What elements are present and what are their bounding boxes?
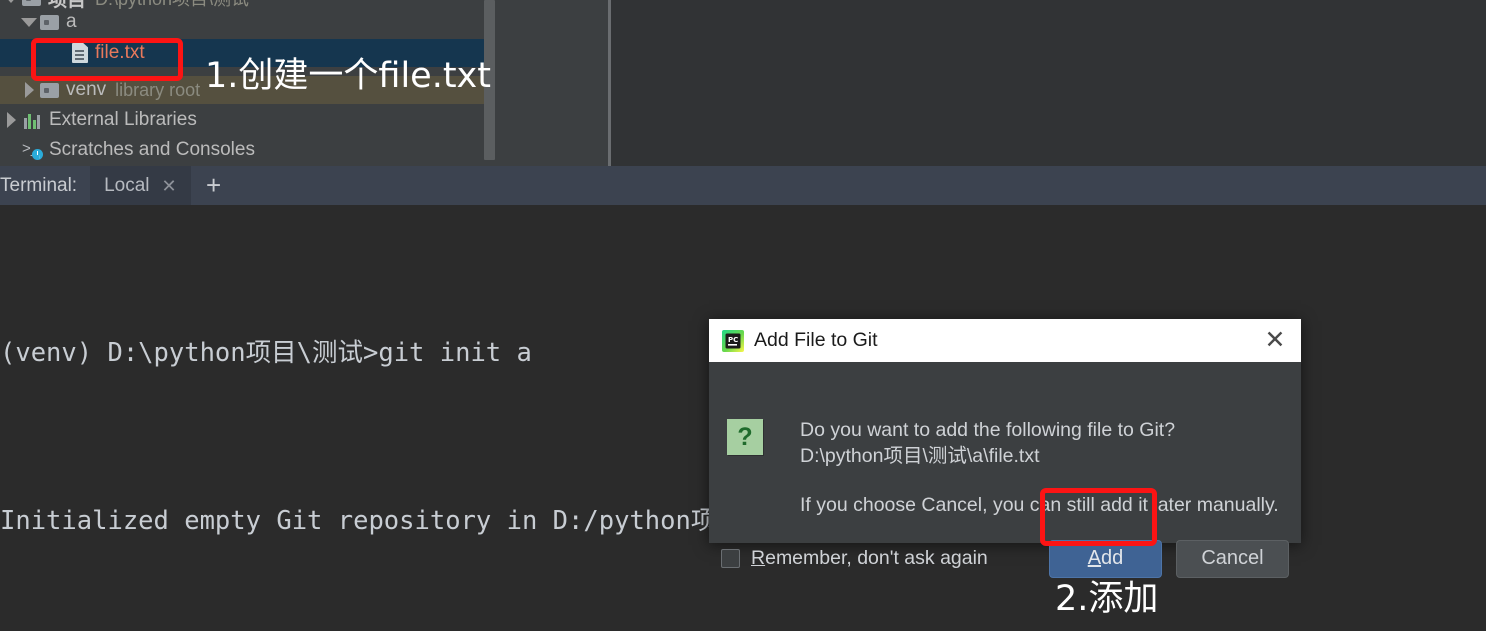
scratches-icon: >_ [22,141,43,160]
annotation-label-1: 1.创建一个file.txt [205,56,491,96]
tree-row-scratches-and-consoles[interactable]: >_ Scratches and Consoles [0,136,485,164]
mnemonic-letter: R [751,547,766,569]
tree-row-label: External Libraries [49,109,197,130]
tree-row-label: Scratches and Consoles [49,139,255,160]
folder-icon [40,82,59,98]
dialog-button-row: Remember, don't ask again Add Cancel [709,531,1301,586]
dialog-message-line-2: D:\python项目\测试\a\file.txt [800,445,1040,467]
close-icon[interactable]: ✕ [162,177,177,195]
plus-icon[interactable]: + [191,166,237,205]
tree-row-label: file.txt [95,42,145,63]
remember-checkbox-row[interactable]: Remember, don't ask again [721,547,1049,570]
chevron-right-icon[interactable] [18,82,40,98]
cancel-button[interactable]: Cancel [1176,539,1289,578]
add-label-rest: dd [1101,547,1124,569]
dialog-title-bar[interactable]: PC Add File to Git ✕ [709,319,1301,362]
dialog-message: Do you want to add the following file to… [800,417,1280,469]
terminal-tab-local[interactable]: Local ✕ [90,166,191,205]
dialog-message-line-1: Do you want to add the following file to… [800,419,1176,441]
checkbox-icon[interactable] [721,549,740,568]
close-icon[interactable]: ✕ [1260,326,1290,356]
folder-icon [22,0,41,6]
svg-text:PC: PC [728,336,738,344]
pycharm-logo-icon: PC [722,329,744,352]
folder-icon [40,14,59,30]
tree-row-a[interactable]: a [0,8,485,36]
chevron-right-icon[interactable] [0,112,22,128]
dialog-content: ? Do you want to add the following file … [709,362,1301,578]
file-icon [72,43,88,63]
screenshot-root: 项目 D:\python项目\测试 a file.txt venv librar [0,0,1486,631]
add-file-to-git-dialog[interactable]: PC Add File to Git ✕ ? Do you want to ad… [709,319,1301,578]
tree-row-sublabel: library root [115,79,201,100]
tree-row-label: a [66,11,77,32]
terminal-tab-label: Local [104,174,150,196]
editor-splitter[interactable] [608,0,611,166]
mnemonic-letter: A [1087,547,1102,569]
editor-tab-strip[interactable] [496,0,610,27]
libraries-icon [22,112,42,129]
question-mark-icon: ? [727,419,763,455]
tree-row-external-libraries[interactable]: External Libraries [0,106,485,134]
chevron-down-icon[interactable] [0,0,22,3]
dialog-note: If you choose Cancel, you can still add … [800,494,1279,516]
editor-area[interactable] [496,0,1486,166]
terminal-window-label: Terminal: [0,174,78,196]
editor-gutter-area [496,27,608,166]
tree-row-label: venv [66,79,107,100]
chevron-down-icon[interactable] [18,17,40,27]
dialog-title: Add File to Git [754,329,878,351]
annotation-label-2: 2.添加 [1055,579,1159,619]
remember-label-rest: emember, don't ask again [765,547,988,569]
remember-checkbox-label: Remember, don't ask again [751,547,988,570]
terminal-tab-bar: Terminal: Local ✕ + [0,166,1486,205]
